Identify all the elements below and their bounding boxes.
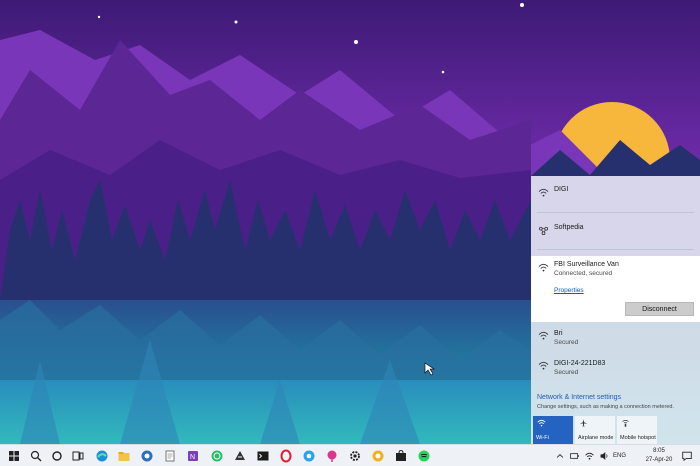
terminal-icon[interactable]: [256, 449, 270, 463]
airplane-icon: [579, 419, 588, 427]
cortana-icon[interactable]: [50, 449, 64, 463]
chrome-icon[interactable]: [302, 449, 316, 463]
taskbar: N ENG 8:05 27-Apr-20: [0, 444, 700, 466]
network-item-digi-24[interactable]: DIGI-24-221D83 Secured: [531, 356, 700, 384]
store-icon[interactable]: [394, 449, 408, 463]
tile-label: Wi-Fi: [536, 435, 549, 441]
hotspot-network-icon: [538, 226, 549, 235]
wifi-toggle-tile[interactable]: Wi-Fi: [533, 416, 573, 444]
battery-icon[interactable]: [569, 449, 580, 463]
file-explorer-icon[interactable]: [117, 449, 131, 463]
browser-icon[interactable]: [140, 449, 154, 463]
onenote-icon[interactable]: N: [186, 449, 200, 463]
mail-icon[interactable]: [371, 449, 385, 463]
search-icon[interactable]: [29, 449, 43, 463]
wifi-icon: [537, 419, 546, 427]
volume-icon[interactable]: [599, 449, 610, 463]
network-status: Secured: [554, 339, 579, 346]
network-item-bri[interactable]: Bri Secured: [531, 326, 700, 354]
svg-text:N: N: [190, 454, 195, 461]
task-view-icon[interactable]: [71, 449, 85, 463]
wifi-icon: [538, 331, 549, 340]
whatsapp-icon[interactable]: [210, 449, 224, 463]
network-flyout: DIGI Softpedia FBI Surveillance Van Conn…: [531, 176, 700, 444]
spotify-icon[interactable]: [417, 449, 431, 463]
airplane-mode-tile[interactable]: Airplane mode: [575, 416, 615, 444]
clock-time[interactable]: 8:05: [646, 448, 672, 454]
network-status: Secured: [554, 369, 579, 376]
hotspot-icon: [622, 420, 629, 427]
notepad-icon[interactable]: [163, 449, 177, 463]
start-windows-icon[interactable]: [7, 449, 21, 463]
chevron-up-icon[interactable]: [555, 449, 565, 463]
opera-icon[interactable]: [279, 449, 293, 463]
network-name: Softpedia: [554, 224, 584, 231]
disconnect-button[interactable]: Disconnect: [625, 302, 694, 316]
network-item-connected[interactable]: FBI Surveillance Van Connected, secured …: [531, 256, 700, 322]
network-item-softpedia[interactable]: Softpedia: [531, 213, 700, 249]
network-name: FBI Surveillance Van: [554, 261, 619, 268]
network-item-digi[interactable]: DIGI: [531, 176, 700, 212]
tile-label: Airplane mode: [578, 435, 614, 441]
network-settings-link[interactable]: Network & Internet settings: [537, 394, 621, 401]
network-tray-icon[interactable]: [584, 449, 595, 463]
settings-icon[interactable]: [348, 449, 362, 463]
network-settings-description: Change settings, such as making a connec…: [537, 404, 674, 410]
action-center-icon[interactable]: [681, 449, 693, 463]
properties-link[interactable]: Properties: [554, 287, 584, 294]
wifi-icon: [538, 361, 549, 370]
network-name: DIGI: [554, 186, 569, 193]
language-indicator[interactable]: ENG: [613, 453, 626, 459]
clock-date[interactable]: 27-Apr-20: [642, 457, 676, 463]
network-name: DIGI-24-221D83: [554, 360, 606, 367]
network-name: Bri: [554, 330, 563, 337]
divider: [537, 249, 694, 250]
edge-icon[interactable]: [95, 449, 109, 463]
bloodhound-icon[interactable]: [325, 449, 339, 463]
tile-label: Mobile hotspot: [620, 435, 656, 441]
wifi-icon: [538, 263, 549, 272]
wifi-icon: [538, 188, 549, 197]
mobile-hotspot-tile[interactable]: Mobile hotspot: [617, 416, 657, 444]
inkscape-icon[interactable]: [233, 449, 247, 463]
network-status: Connected, secured: [554, 270, 613, 277]
